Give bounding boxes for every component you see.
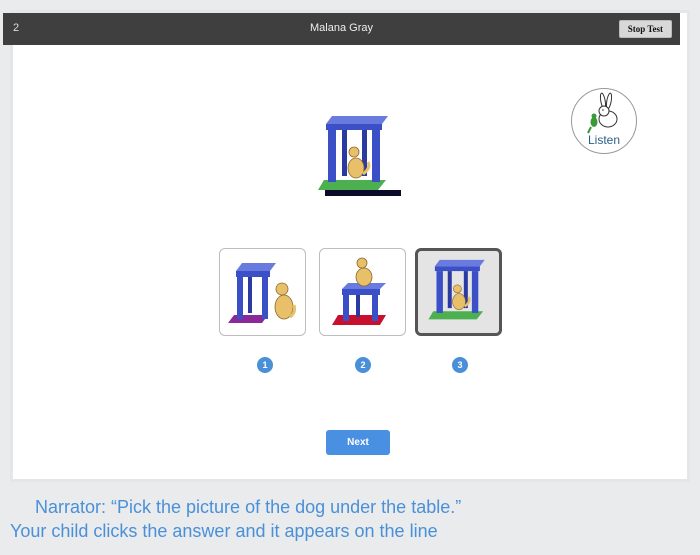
student-name: Malana Gray (310, 22, 373, 34)
dog-on-table-image (331, 257, 386, 325)
dog-under-table-image (427, 259, 485, 320)
choice-number-2: 2 (355, 357, 371, 373)
narration-caption: Narrator: “Pick the picture of the dog u… (10, 495, 690, 543)
listen-button[interactable]: Listen (571, 88, 637, 154)
answer-line (325, 190, 401, 196)
test-window (10, 10, 690, 482)
choice-1[interactable] (219, 248, 306, 336)
stop-test-button[interactable]: Stop Test (618, 20, 672, 38)
top-bar: 2 Malana Gray Stop Test (3, 13, 680, 45)
choice-number-1: 1 (257, 357, 273, 373)
answer-image (316, 110, 396, 202)
listen-label: Listen (587, 133, 621, 147)
choice-3[interactable] (415, 248, 502, 336)
caption-line-1: Narrator: “Pick the picture of the dog u… (35, 497, 462, 517)
dog-beside-table-image (227, 263, 296, 323)
caption-line-2: Your child clicks the answer and it appe… (10, 521, 438, 541)
choice-number-3: 3 (452, 357, 468, 373)
choice-2[interactable] (319, 248, 406, 336)
next-button[interactable]: Next (326, 430, 390, 455)
